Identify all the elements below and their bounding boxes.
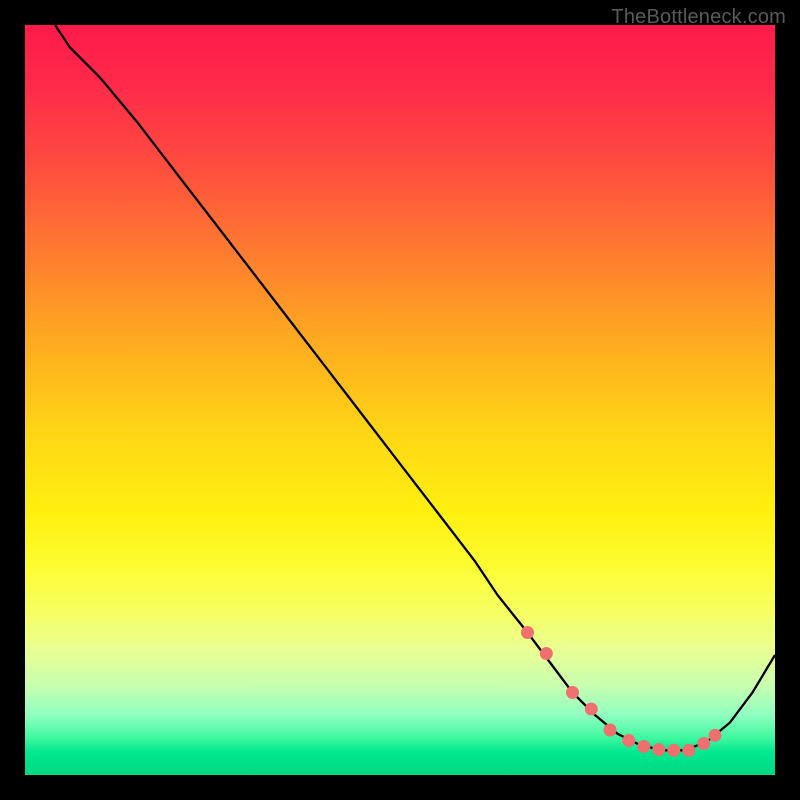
chart-marker-dot <box>697 737 710 750</box>
chart-curve <box>55 25 775 750</box>
chart-marker-dot <box>637 740 650 753</box>
chart-plot-area <box>25 25 775 775</box>
chart-marker-group <box>521 626 722 757</box>
chart-marker-dot <box>667 744 680 757</box>
chart-marker-dot <box>521 626 534 639</box>
chart-marker-dot <box>622 734 635 747</box>
chart-marker-dot <box>682 744 695 757</box>
chart-marker-dot <box>585 703 598 716</box>
chart-marker-dot <box>540 647 553 660</box>
chart-marker-dot <box>652 743 665 756</box>
chart-svg <box>25 25 775 775</box>
chart-marker-dot <box>604 724 617 737</box>
watermark-text: TheBottleneck.com <box>611 6 786 29</box>
chart-marker-dot <box>566 686 579 699</box>
chart-marker-dot <box>709 729 722 742</box>
